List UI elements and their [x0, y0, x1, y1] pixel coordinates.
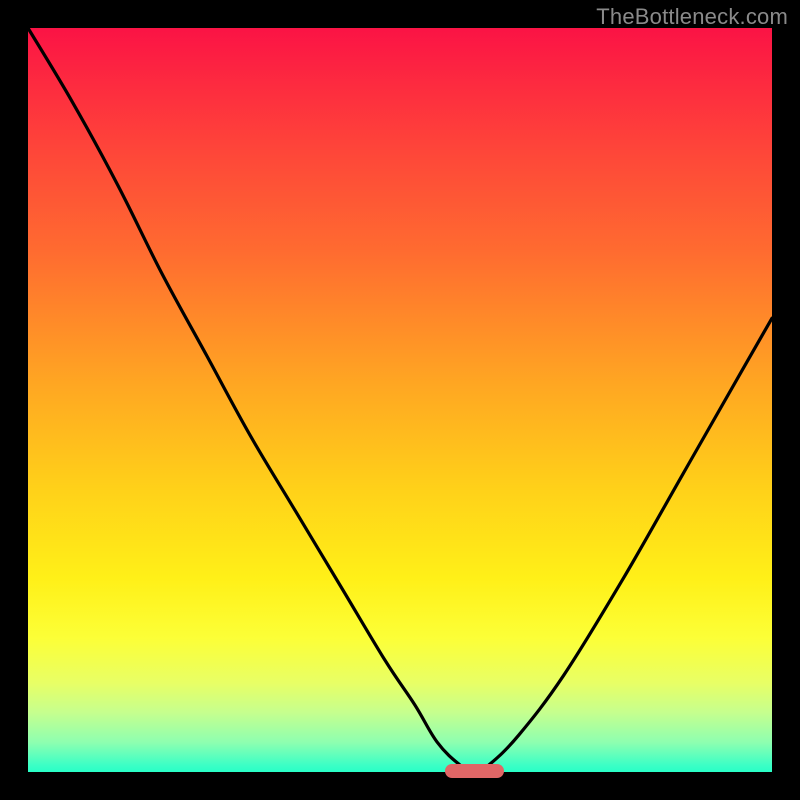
chart-frame: TheBottleneck.com [0, 0, 800, 800]
minimum-marker [445, 764, 505, 778]
bottleneck-curve [28, 28, 772, 772]
watermark-text: TheBottleneck.com [596, 4, 788, 30]
plot-area [28, 28, 772, 772]
